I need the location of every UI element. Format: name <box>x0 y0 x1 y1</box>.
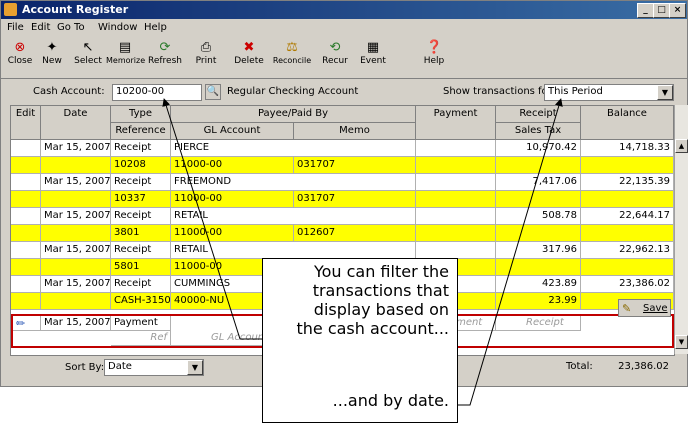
callout-arrows <box>162 98 563 406</box>
arrow-to-cash-account <box>162 98 262 340</box>
arrow-to-period <box>458 98 563 406</box>
